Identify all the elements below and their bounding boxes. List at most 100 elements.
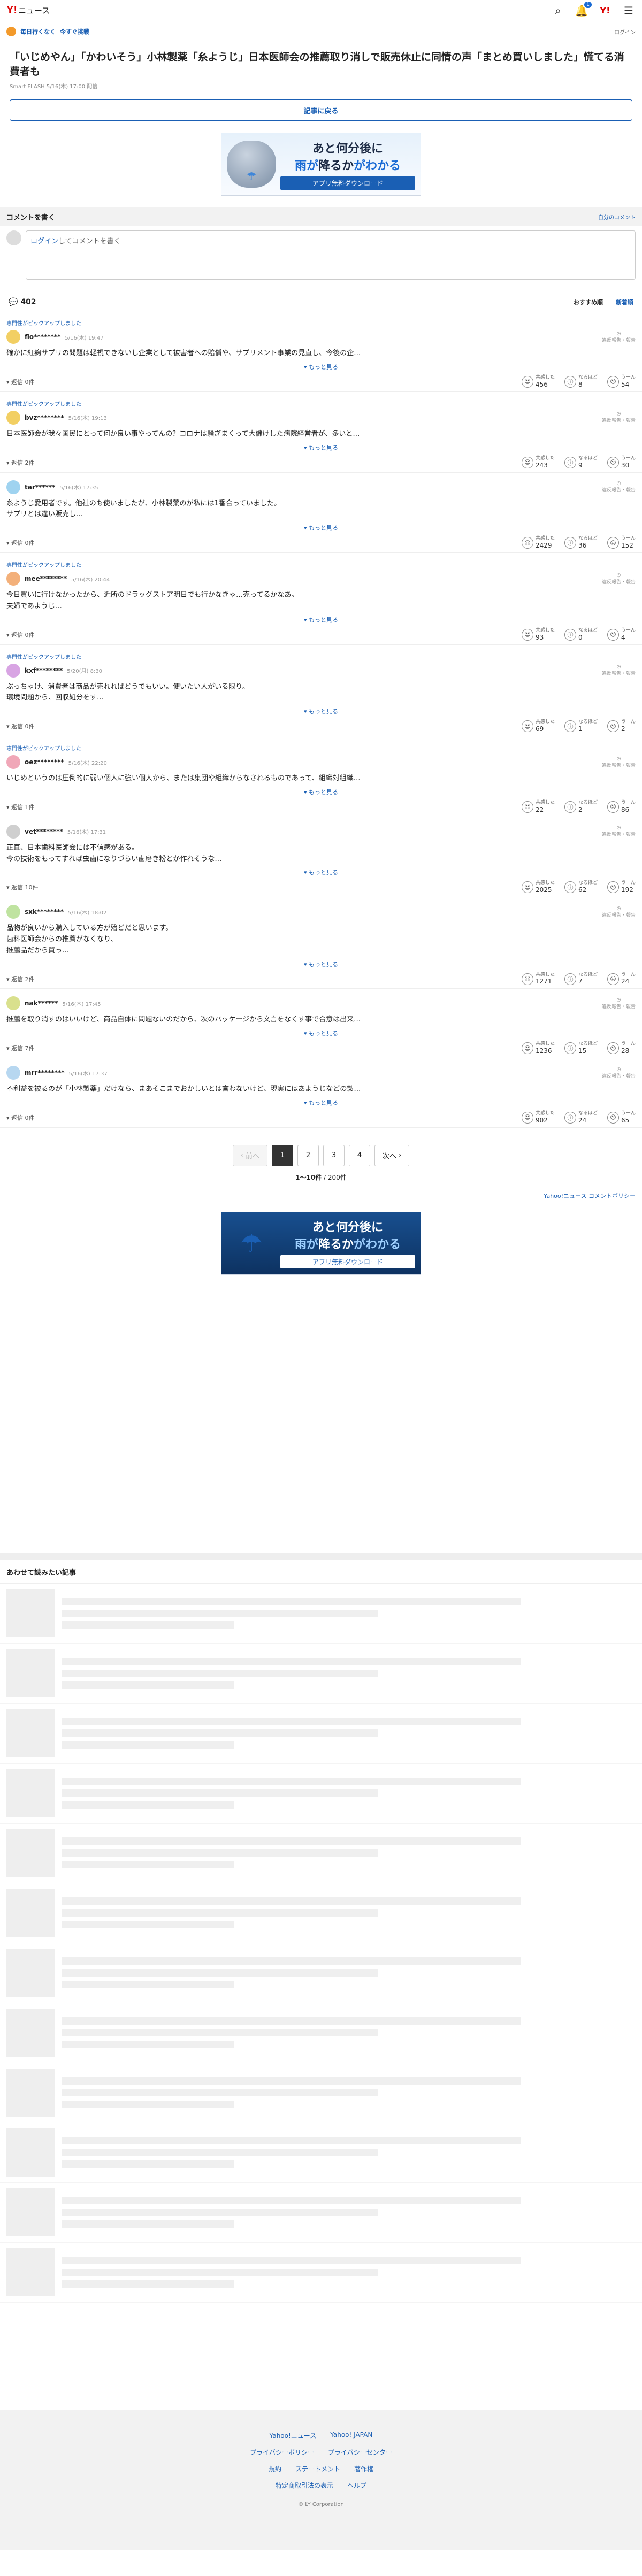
commenter-name[interactable]: mee******** <box>25 575 67 582</box>
like-button[interactable]: ☺ 共感した 1271 <box>521 972 555 985</box>
footer-link[interactable]: ヘルプ <box>347 2481 366 2490</box>
dislike-button[interactable]: ☹ うーん 86 <box>607 800 636 813</box>
neutral-button[interactable]: ⓘ なるほど 2 <box>564 800 598 813</box>
footer-link[interactable]: 規約 <box>269 2464 281 2473</box>
replies-toggle[interactable]: ▾ 返信 0件 <box>6 722 522 730</box>
neutral-button[interactable]: ⓘ なるほど 7 <box>564 972 598 985</box>
footer-link[interactable]: 特定商取引法の表示 <box>276 2481 333 2490</box>
report-button[interactable]: ◷ 違反報告・報告 <box>602 825 636 837</box>
commenter-avatar[interactable] <box>6 824 20 839</box>
next-page-button[interactable]: 次へ › <box>374 1144 410 1166</box>
report-button[interactable]: ◷ 違反報告・報告 <box>602 411 636 424</box>
neutral-button[interactable]: ⓘ なるほど 1 <box>564 719 598 733</box>
footer-brand2[interactable]: Yahoo! JAPAN <box>330 2431 372 2440</box>
commenter-name[interactable]: tar****** <box>25 483 55 491</box>
more-button[interactable]: ▾ もっと見る <box>6 443 636 452</box>
page-1[interactable]: 1 <box>272 1144 293 1166</box>
more-button[interactable]: ▾ もっと見る <box>6 1029 636 1037</box>
more-button[interactable]: ▾ もっと見る <box>6 1098 636 1107</box>
commenter-name[interactable]: mrr******** <box>25 1069 65 1076</box>
replies-toggle[interactable]: ▾ 返信 0件 <box>6 630 522 639</box>
yahoo-news-logo[interactable]: Y! ニュース <box>6 4 50 17</box>
replies-toggle[interactable]: ▾ 返信 7件 <box>6 1044 522 1052</box>
own-comment-link[interactable]: 自分のコメント <box>598 213 636 221</box>
commenter-avatar[interactable] <box>6 663 20 678</box>
commenter-avatar[interactable] <box>6 996 20 1011</box>
commenter-avatar[interactable] <box>6 480 20 494</box>
menu-icon[interactable]: ☰ <box>622 4 636 18</box>
commenter-avatar[interactable] <box>6 905 20 919</box>
commenter-name[interactable]: kxf******** <box>25 667 63 674</box>
footer-brand[interactable]: Yahoo!ニュース <box>270 2431 317 2440</box>
report-button[interactable]: ◷ 違反報告・報告 <box>602 756 636 768</box>
like-button[interactable]: ☺ 共感した 243 <box>521 456 555 469</box>
report-button[interactable]: ◷ 違反報告・報告 <box>602 573 636 585</box>
report-button[interactable]: ◷ 違反報告・報告 <box>602 664 636 676</box>
dislike-button[interactable]: ☹ うーん 54 <box>607 375 636 388</box>
replies-toggle[interactable]: ▾ 返信 2件 <box>6 975 522 983</box>
sort-recommend[interactable]: おすすめ順 <box>574 298 603 306</box>
dislike-button[interactable]: ☹ うーん 2 <box>607 719 636 733</box>
login-link-inline[interactable]: ログイン <box>30 237 58 245</box>
footer-link[interactable]: ステートメント <box>295 2464 340 2473</box>
back-to-article-button[interactable]: 記事に戻る <box>10 99 632 121</box>
commenter-name[interactable]: vet******** <box>25 828 63 835</box>
comment-input-area[interactable]: ログインしてコメントを書く <box>0 226 642 284</box>
commenter-name[interactable]: nak****** <box>25 999 58 1007</box>
dislike-button[interactable]: ☹ うーん 152 <box>607 536 636 549</box>
like-button[interactable]: ☺ 共感した 456 <box>521 375 555 388</box>
page-2[interactable]: 2 <box>297 1144 319 1166</box>
app-ad-banner[interactable]: ☂ あと何分後に 雨が降るかがわかる アプリ無料ダウンロード <box>221 133 421 196</box>
sort-new[interactable]: 新着順 <box>616 298 633 306</box>
like-button[interactable]: ☺ 共感した 1236 <box>521 1041 555 1055</box>
dislike-button[interactable]: ☹ うーん 4 <box>607 628 636 641</box>
search-icon[interactable]: ⌕ <box>551 4 565 18</box>
commenter-name[interactable]: bvz******** <box>25 414 64 421</box>
dislike-button[interactable]: ☹ うーん 24 <box>607 972 636 985</box>
more-button[interactable]: ▾ もっと見る <box>6 868 636 876</box>
ad-download-button-2[interactable]: アプリ無料ダウンロード <box>280 1255 415 1269</box>
login-link[interactable]: ログイン <box>614 28 636 36</box>
neutral-button[interactable]: ⓘ なるほど 62 <box>564 880 598 894</box>
more-button[interactable]: ▾ もっと見る <box>6 788 636 796</box>
neutral-button[interactable]: ⓘ なるほど 36 <box>564 536 598 549</box>
replies-toggle[interactable]: ▾ 返信 10件 <box>6 883 522 891</box>
comment-input[interactable]: ログインしてコメントを書く <box>26 230 636 280</box>
promo-row[interactable]: 毎日行くなく 今すぐ挑戦 ログイン <box>0 21 642 42</box>
neutral-button[interactable]: ⓘ なるほど 24 <box>564 1111 598 1124</box>
report-button[interactable]: ◷ 違反報告・報告 <box>602 1067 636 1079</box>
replies-toggle[interactable]: ▾ 返信 1件 <box>6 803 522 811</box>
ad-download-button[interactable]: アプリ無料ダウンロード <box>280 176 415 190</box>
more-button[interactable]: ▾ もっと見る <box>6 363 636 371</box>
replies-toggle[interactable]: ▾ 返信 0件 <box>6 539 522 547</box>
prev-page-button[interactable]: ‹ 前へ <box>232 1144 268 1166</box>
commenter-avatar[interactable] <box>6 1066 20 1080</box>
yahoo-mark-icon[interactable]: Y! <box>598 4 612 18</box>
like-button[interactable]: ☺ 共感した 22 <box>521 800 555 813</box>
commenter-name[interactable]: oez******** <box>25 758 64 766</box>
dislike-button[interactable]: ☹ うーん 28 <box>607 1041 636 1055</box>
report-button[interactable]: ◷ 違反報告・報告 <box>602 481 636 493</box>
like-button[interactable]: ☺ 共感した 2429 <box>521 536 555 549</box>
more-button[interactable]: ▾ もっと見る <box>6 524 636 532</box>
page-3[interactable]: 3 <box>323 1144 345 1166</box>
replies-toggle[interactable]: ▾ 返信 0件 <box>6 378 522 386</box>
replies-toggle[interactable]: ▾ 返信 0件 <box>6 1113 522 1122</box>
report-button[interactable]: ◷ 違反報告・報告 <box>602 331 636 343</box>
neutral-button[interactable]: ⓘ なるほど 0 <box>564 628 598 641</box>
footer-link[interactable]: 著作権 <box>354 2464 373 2473</box>
like-button[interactable]: ☺ 共感した 93 <box>521 628 555 641</box>
dislike-button[interactable]: ☹ うーん 65 <box>607 1111 636 1124</box>
footer-link[interactable]: プライバシーセンター <box>328 2448 392 2457</box>
bell-icon[interactable]: 🔔 1 <box>575 1 592 18</box>
replies-toggle[interactable]: ▾ 返信 2件 <box>6 458 522 467</box>
neutral-button[interactable]: ⓘ なるほど 15 <box>564 1041 598 1055</box>
like-button[interactable]: ☺ 共感した 902 <box>521 1111 555 1124</box>
commenter-name[interactable]: flo******** <box>25 333 60 341</box>
neutral-button[interactable]: ⓘ なるほど 9 <box>564 456 598 469</box>
promo-label[interactable]: 今すぐ挑戦 <box>60 27 89 36</box>
commenter-name[interactable]: sxk******** <box>25 908 64 916</box>
like-button[interactable]: ☺ 共感した 69 <box>521 719 555 733</box>
app-ad-banner-2[interactable]: ☂ あと何分後に 雨が降るかがわかる アプリ無料ダウンロード <box>221 1211 421 1275</box>
commenter-avatar[interactable] <box>6 755 20 770</box>
